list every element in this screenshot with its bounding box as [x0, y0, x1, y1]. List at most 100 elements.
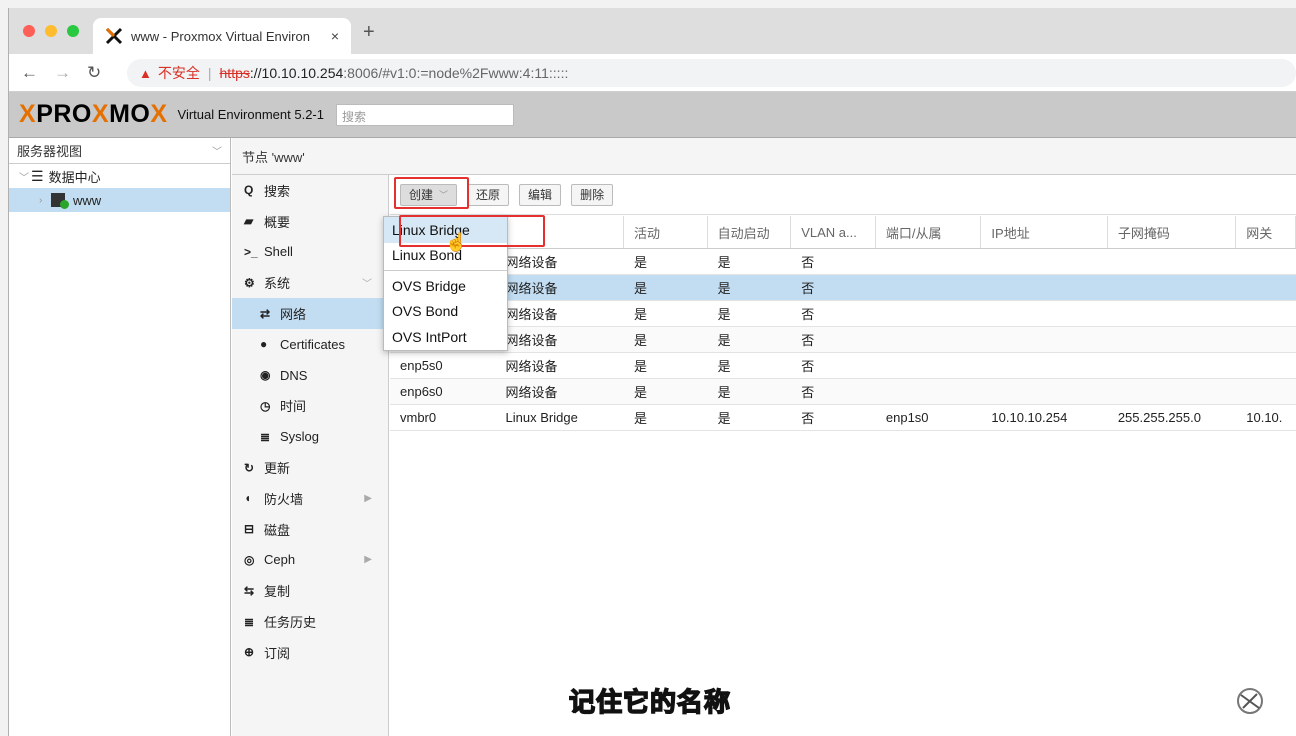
- hand-cursor-icon: ☝: [445, 232, 468, 252]
- delete-button[interactable]: 删除: [571, 183, 614, 206]
- menu-item-dns[interactable]: ◉ DNS: [232, 360, 388, 391]
- url-path: :8006/#v1:0:=node%2Fwww:4:11:::::: [343, 65, 569, 81]
- menu-item-label: 任务历史: [264, 615, 317, 631]
- menu-item-disks[interactable]: ⊟ 磁盘: [232, 514, 388, 545]
- browser-tab[interactable]: www - Proxmox Virtual Environ ×: [93, 18, 351, 54]
- menu-item-ovs-bridge[interactable]: OVS Bridge: [384, 273, 507, 299]
- server-rack-icon: ☰: [31, 167, 44, 184]
- table-cell: 是: [633, 359, 647, 374]
- table-cell: Linux Bridge: [505, 410, 578, 425]
- menu-item-label: 订阅: [264, 645, 291, 661]
- table-cell: 是: [633, 411, 647, 426]
- table-cell: 网络设备: [505, 359, 558, 374]
- menu-item-summary[interactable]: ▰ 概要: [232, 206, 388, 237]
- url-field[interactable]: ▲ 不安全 | https ://10.10.10.254 :8006/#v1:…: [127, 59, 1296, 87]
- edit-button[interactable]: 编辑: [519, 183, 562, 206]
- logo-x2: X: [91, 100, 110, 128]
- table-cell: enp6s0: [400, 384, 443, 399]
- menu-item-label: 概要: [264, 214, 291, 230]
- watermark-logo-icon: [1237, 688, 1263, 714]
- resource-tree: 服务器视图 ﹀ ﹀ ☰ 数据中心 › www: [9, 138, 231, 736]
- table-row[interactable]: enp5s0 网络设备 是 是 否: [390, 353, 1296, 379]
- table-cell: 是: [633, 333, 647, 348]
- menu-item-time[interactable]: ◷ 时间: [232, 391, 388, 422]
- globe-icon: ◉: [260, 368, 271, 383]
- chevron-right-icon: ▶: [364, 492, 372, 504]
- table-cell: 255.255.255.0: [1117, 410, 1201, 425]
- logo-x3: X: [150, 100, 168, 128]
- list-icon: ≣: [260, 429, 271, 444]
- table-row[interactable]: 网络设备 是 是 否: [390, 249, 1296, 275]
- menu-item-search[interactable]: Q 搜索: [232, 175, 388, 206]
- search-input[interactable]: 搜索: [335, 103, 514, 126]
- pve-header: X PRO X MO X Virtual Environment 5.2-1 搜索: [9, 92, 1296, 138]
- node-title: 节点 'www': [232, 138, 1296, 175]
- tab-close-icon[interactable]: ×: [331, 28, 339, 44]
- table-cell: 是: [717, 281, 731, 296]
- video-subtitle: 记住它的名称: [568, 686, 732, 718]
- node-menu: Q 搜索 ▰ 概要 >_ Shell ⚙ 系统 ﹀ ⇄ 网络 ● Certificates ◉…: [232, 175, 389, 736]
- table-cell: 是: [633, 281, 647, 296]
- menu-item-shell[interactable]: >_ Shell: [232, 237, 388, 268]
- logo-text-pro: PRO: [36, 100, 92, 128]
- menu-item-label: Certificates: [280, 336, 346, 352]
- table-row[interactable]: vmbr0 Linux Bridge 是 是 否 enp1s0 10.10.10.254 25…: [390, 405, 1296, 431]
- back-icon[interactable]: ←: [21, 63, 38, 83]
- linux-bridge-highlight: [399, 215, 545, 247]
- menu-item-ovs-intport[interactable]: OVS IntPort: [384, 324, 507, 350]
- table-cell: 是: [633, 385, 647, 400]
- table-row[interactable]: enp4s0网络设备是是否: [390, 327, 1296, 353]
- column-header[interactable]: VLAN a...: [791, 216, 876, 248]
- browser-window: www - Proxmox Virtual Environ × + ← → ↻ …: [8, 8, 1296, 736]
- table-row[interactable]: enp6s0 网络设备 是 是 否: [390, 379, 1296, 405]
- menu-item-syslog[interactable]: ≣ Syslog: [232, 421, 388, 452]
- column-header[interactable]: 网关: [1236, 216, 1296, 248]
- column-header[interactable]: 自动启动: [708, 216, 792, 248]
- terminal-icon: >_: [244, 244, 258, 259]
- table-cell: 网络设备: [505, 255, 558, 270]
- menu-item-replication[interactable]: ⇆ 复制: [232, 575, 388, 606]
- table-cell: 是: [717, 255, 731, 270]
- table-cell: 10.10.10.254: [991, 410, 1068, 425]
- menu-item-certificates[interactable]: ● Certificates: [232, 329, 388, 360]
- menu-item-label: 系统: [264, 276, 291, 292]
- menu-item-ovs-bond[interactable]: OVS Bond: [384, 299, 507, 325]
- maximize-window-button[interactable]: [67, 25, 79, 37]
- table-cell: 是: [717, 307, 731, 322]
- menu-item-subscription[interactable]: ⊕ 订阅: [232, 637, 388, 668]
- menu-item-network[interactable]: ⇄ 网络: [232, 298, 388, 329]
- menu-item-updates[interactable]: ↻ 更新: [232, 452, 388, 483]
- tree-item-node[interactable]: › www: [9, 188, 230, 212]
- close-window-button[interactable]: [23, 25, 35, 37]
- create-button-highlight: [394, 177, 469, 209]
- column-header[interactable]: IP地址: [981, 216, 1108, 248]
- reload-icon[interactable]: ↻: [87, 63, 101, 83]
- tree-item-datacenter[interactable]: ﹀ ☰ 数据中心: [9, 164, 230, 188]
- menu-item-ceph[interactable]: ◎ Ceph ▶: [232, 545, 388, 576]
- table-row[interactable]: 网络设备 是 是 否: [390, 301, 1296, 327]
- network-grid: 活动 自动启动 VLAN a... 端口/从属 IP地址 子网掩码 网关 网络设…: [390, 216, 1296, 431]
- certificate-icon: ●: [260, 337, 268, 352]
- version-label: Virtual Environment 5.2-1: [177, 107, 324, 122]
- revert-button[interactable]: 还原: [467, 183, 510, 206]
- forward-icon[interactable]: →: [54, 63, 71, 83]
- book-icon: ▰: [244, 214, 254, 229]
- table-cell: 否: [801, 333, 815, 348]
- menu-item-task-history[interactable]: ≣ 任务历史: [232, 606, 388, 637]
- new-tab-icon[interactable]: +: [363, 21, 375, 44]
- table-row[interactable]: 网络设备 是 是 否: [390, 275, 1296, 301]
- url-separator: |: [207, 65, 212, 81]
- menu-item-label: 防火墙: [264, 491, 304, 507]
- menu-item-label: Syslog: [280, 429, 320, 445]
- collapse-icon: ﹀: [19, 172, 29, 184]
- table-cell: 是: [717, 359, 731, 374]
- column-header[interactable]: 活动: [624, 216, 708, 248]
- menu-item-firewall[interactable]: ◖ 防火墙 ▶: [232, 483, 388, 514]
- menu-item-system[interactable]: ⚙ 系统 ﹀: [232, 267, 388, 298]
- minimize-window-button[interactable]: [45, 25, 57, 37]
- view-selector[interactable]: 服务器视图 ﹀: [9, 138, 230, 164]
- column-header[interactable]: 端口/从属: [876, 216, 982, 248]
- table-cell: enp5s0: [400, 358, 443, 373]
- table-cell: 网络设备: [505, 385, 558, 400]
- column-header[interactable]: 子网掩码: [1108, 216, 1237, 248]
